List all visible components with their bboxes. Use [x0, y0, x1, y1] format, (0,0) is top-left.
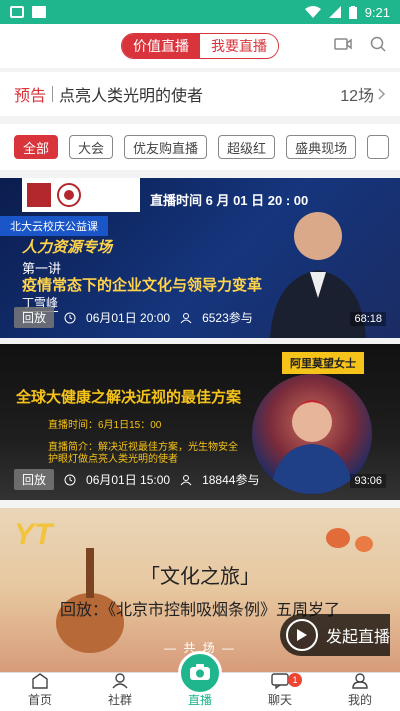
gallery-icon — [32, 6, 46, 18]
filter-all[interactable]: 全部 — [14, 135, 59, 159]
lantern-illustration — [326, 528, 373, 552]
tab-chat-label: 聊天 — [267, 693, 292, 707]
event-ribbon: 北大云校庆公益课 — [0, 216, 108, 236]
chevron-right-icon — [378, 88, 386, 100]
start-live-button[interactable]: 发起直播 — [280, 614, 390, 656]
university-logo — [22, 178, 140, 212]
replay-badge: 回放 — [14, 469, 55, 490]
participant-count: 18844参与 — [202, 473, 260, 487]
chat-icon — [271, 673, 289, 689]
start-live-label: 发起直播 — [326, 629, 391, 646]
top-bar: 价值直播 我要直播 — [0, 24, 400, 68]
clock-icon — [64, 312, 76, 323]
chat-unread-badge: 1 — [288, 673, 302, 687]
status-time: 9:21 — [364, 4, 390, 20]
filter-conference[interactable]: 大会 — [69, 135, 114, 159]
status-bar: 9:21 — [0, 0, 400, 24]
card-title: 疫情常态下的企业文化与领导力变革 — [22, 277, 263, 294]
video-duration: 93:06 — [350, 474, 386, 488]
card-title: 全球大健康之解决近视的最佳方案 — [16, 389, 242, 406]
tab-profile-label: 我的 — [347, 693, 372, 707]
host-badge: 阿里莫望女士 — [282, 352, 364, 374]
filter-gala-scene[interactable]: 盛典现场 — [286, 135, 357, 159]
home-icon — [32, 673, 48, 689]
tab-value-live[interactable]: 价值直播 — [122, 34, 200, 58]
bottom-tab-bar: 首页 社群 直播 1 聊天 我的 — [0, 651, 400, 711]
camera-icon — [178, 651, 222, 695]
filter-more[interactable] — [367, 135, 389, 159]
tab-live[interactable]: 直播 — [160, 651, 240, 711]
play-icon — [286, 619, 318, 651]
search-icon[interactable] — [370, 36, 386, 52]
card-meta: 回放 06月01日 20:00 6523参与 — [14, 307, 253, 328]
battery-icon — [348, 5, 357, 19]
divider — [52, 86, 54, 102]
logo-emblem-icon — [27, 183, 51, 207]
preview-notice[interactable]: 预告 点亮人类光明的使者 12场 — [0, 72, 400, 116]
card-date: 06月01日 15:00 — [86, 473, 171, 487]
preview-tag: 预告 — [14, 88, 47, 105]
community-icon — [112, 673, 128, 689]
card-date: 06月01日 20:00 — [86, 311, 171, 325]
filter-super-red[interactable]: 超级红 — [218, 135, 276, 159]
notification-icon — [10, 6, 24, 18]
preview-title: 点亮人类光明的使者 — [59, 88, 204, 105]
live-time: 直播时间：6月1日15：00 — [48, 420, 162, 431]
series-title: 人力资源专场 — [22, 239, 113, 256]
seal-icon — [57, 183, 81, 207]
tab-my-live[interactable]: 我要直播 — [200, 34, 278, 58]
card-meta: 回放 06月01日 15:00 18844参与 — [14, 469, 259, 490]
live-segment-control: 价值直播 我要直播 — [121, 33, 279, 59]
tab-profile[interactable]: 我的 — [320, 673, 400, 711]
tab-chat[interactable]: 1 聊天 — [240, 673, 320, 711]
person-icon — [180, 312, 192, 323]
live-card[interactable]: 全球大健康之解决近视的最佳方案 直播时间：6月1日15：00 直播简介：解决近视… — [0, 344, 400, 500]
category-filters: 全部 大会 优友购直播 超级红 盛典现场 — [0, 124, 400, 170]
filter-youyougou-live[interactable]: 优友购直播 — [124, 135, 208, 159]
profile-icon — [352, 673, 368, 689]
person-icon — [180, 474, 192, 485]
live-card[interactable]: 直播时间 6 月 01 日 20 : 00 北大云校庆公益课 人力资源专场 第一… — [0, 178, 400, 338]
card-description-line2: 护眼灯做点亮人类光明的使者 — [48, 454, 178, 465]
card-title: 「文化之旅」 — [140, 566, 260, 588]
clock-icon — [64, 474, 76, 485]
video-duration: 68:18 — [350, 312, 386, 326]
tab-community-label: 社群 — [107, 693, 132, 707]
participant-count: 6523参与 — [202, 311, 253, 325]
tab-home[interactable]: 首页 — [0, 673, 80, 711]
replay-badge: 回放 — [14, 307, 55, 328]
wifi-icon — [304, 6, 321, 18]
tab-home-label: 首页 — [27, 693, 52, 707]
preview-count: 12场 — [340, 82, 386, 106]
preview-count-label: 12场 — [340, 88, 374, 105]
signal-icon — [328, 6, 341, 18]
video-record-icon[interactable] — [334, 36, 352, 52]
tab-community[interactable]: 社群 — [80, 673, 160, 711]
brand-logo: YT — [14, 518, 53, 551]
